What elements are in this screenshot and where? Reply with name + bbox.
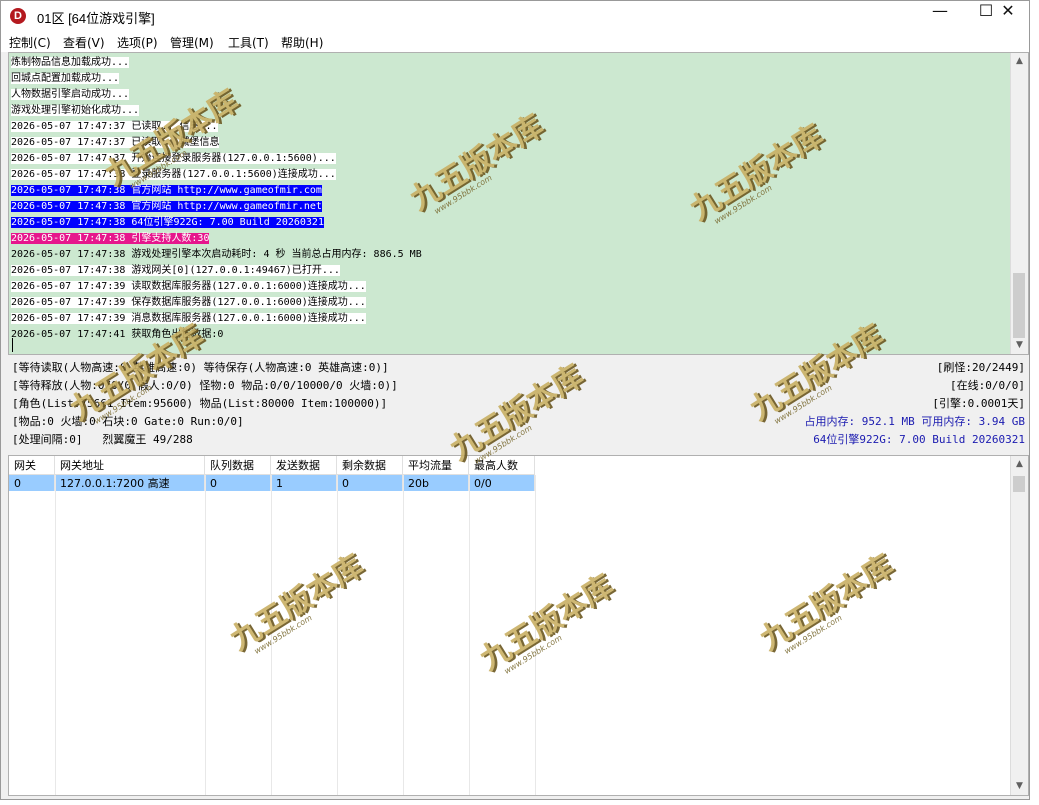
scroll-down-icon[interactable]: ▼ xyxy=(1011,337,1028,354)
column-header[interactable]: 网关 xyxy=(9,456,55,475)
grid-scroll-up-icon[interactable]: ▲ xyxy=(1011,456,1028,473)
log-line-text: 人物数据引擎启动成功... xyxy=(11,89,130,100)
log-line: 2026-05-07 17:47:38 游戏处理引擎本次启动耗时: 4 秒 当前… xyxy=(11,245,1011,261)
log-line-text: 回城点配置加载成功... xyxy=(11,73,120,84)
log-line: 2026-05-07 17:47:38 官方网站 http://www.game… xyxy=(11,181,1011,197)
log-line: 人物数据引擎启动成功... xyxy=(11,85,1011,101)
log-scrollbar[interactable]: ▲ ▼ xyxy=(1010,53,1028,354)
menu-tools[interactable]: 工具(T) xyxy=(228,34,269,51)
column-divider xyxy=(55,475,56,795)
log-line-text: 2026-05-07 17:47:38 引擎支持人数:30 xyxy=(11,233,210,244)
menu-manage[interactable]: 管理(M) xyxy=(170,34,214,51)
log-line-text: 2026-05-07 17:47:37 已读取...信息... xyxy=(11,121,218,132)
column-header[interactable]: 最高人数 xyxy=(468,456,535,475)
log-line: 2026-05-07 17:47:39 读取数据库服务器(127.0.0.1:6… xyxy=(11,277,1011,293)
log-line-text: 2026-05-07 17:47:38 64位引擎922G: 7.00 Buil… xyxy=(11,217,324,228)
table-cell: 20b xyxy=(402,474,469,491)
menu-options[interactable]: 选项(P) xyxy=(117,34,158,51)
status-interval: [处理间隔:0] 烈翼魔王 49/288 xyxy=(12,433,193,446)
log-line-text: 2026-05-07 17:47:37 开始连接登录服务器(127.0.0.1:… xyxy=(11,153,336,164)
table-cell: 0 xyxy=(9,474,55,491)
log-lines: 炼制物品信息加载成功... 回城点配置加载成功... 人物数据引擎启动成功... 游戏… xyxy=(11,53,1011,341)
status-items: [物品:0 火墙:0 石块:0 Gate:0 Run:0/0] xyxy=(12,415,244,428)
table-cell: 0 xyxy=(336,474,403,491)
grid-scroll-thumb[interactable] xyxy=(1013,476,1025,492)
column-divider xyxy=(469,475,470,795)
column-header[interactable]: 剩余数据 xyxy=(336,456,403,475)
column-divider xyxy=(337,475,338,795)
log-line: 2026-05-07 17:47:38 官方网站 http://www.game… xyxy=(11,197,1011,213)
log-line: 2026-05-07 17:47:37 已读取...信息... xyxy=(11,117,1011,133)
log-line-text: 2026-05-07 17:47:41 获取角色出售数据:0 xyxy=(11,329,224,340)
log-line-text: 2026-05-07 17:47:38 官方网站 http://www.game… xyxy=(11,185,322,196)
grid-scroll-down-icon[interactable]: ▼ xyxy=(1011,778,1028,795)
log-line-text: 2026-05-07 17:47:38 游戏处理引擎本次启动耗时: 4 秒 当前… xyxy=(11,249,422,260)
status-roles: [角色(List:75661 Item:95600) 物品(List:80000… xyxy=(12,397,388,410)
log-line-text: 2026-05-07 17:47:39 消息数据库服务器(127.0.0.1:6… xyxy=(11,313,366,324)
table-cell: 1 xyxy=(270,474,337,491)
log-line: 2026-05-07 17:47:37 开始连接登录服务器(127.0.0.1:… xyxy=(11,149,1011,165)
log-line-text: 游戏处理引擎初始化成功... xyxy=(11,105,140,116)
log-line-text: 炼制物品信息加载成功... xyxy=(11,57,130,68)
log-line: 炼制物品信息加载成功... xyxy=(11,53,1011,69)
menu-view[interactable]: 查看(V) xyxy=(63,34,105,51)
log-line: 2026-05-07 17:47:37 已读取...城堡信息 xyxy=(11,133,1011,149)
log-line-text: 2026-05-07 17:47:37 已读取...城堡信息 xyxy=(11,137,220,148)
status-wait-read: [等待读取(人物高速:0 英雄高速:0) 等待保存(人物高速:0 英雄高速:0)… xyxy=(12,361,389,374)
status-build: 64位引擎922G: 7.00 Build 20260321 xyxy=(813,433,1025,446)
log-scroll-thumb[interactable] xyxy=(1013,273,1025,338)
status-online: [在线:0/0/0] xyxy=(950,379,1025,392)
menu-help[interactable]: 帮助(H) xyxy=(281,34,323,51)
grid-scrollbar[interactable]: ▲ ▼ xyxy=(1010,456,1028,795)
log-line: 2026-05-07 17:47:41 获取角色出售数据:0 xyxy=(11,325,1011,341)
menu-control[interactable]: 控制(C) xyxy=(9,34,51,51)
app-icon: D xyxy=(10,8,26,24)
column-header[interactable]: 平均流量 xyxy=(402,456,469,475)
menu-bar: 控制(C) 查看(V) 选项(P) 管理(M) 工具(T) 帮助(H) xyxy=(1,31,1029,52)
window-title: 01区 [64位游戏引擎] xyxy=(37,11,155,26)
column-divider xyxy=(535,475,536,795)
log-line: 2026-05-07 17:47:38 引擎支持人数:30 xyxy=(11,229,1011,245)
log-line: 2026-05-07 17:47:39 消息数据库服务器(127.0.0.1:6… xyxy=(11,309,1011,325)
status-monsters: [刷怪:20/2449] xyxy=(936,361,1025,374)
log-line: 2026-05-07 17:47:38 64位引擎922G: 7.00 Buil… xyxy=(11,213,1011,229)
log-line-text: 2026-05-07 17:47:39 保存数据库服务器(127.0.0.1:6… xyxy=(11,297,366,308)
column-header[interactable]: 网关地址 xyxy=(54,456,205,475)
log-line: 2026-05-07 17:47:38 游戏网关[0](127.0.0.1:49… xyxy=(11,261,1011,277)
column-header[interactable]: 发送数据 xyxy=(270,456,337,475)
table-cell: 0/0 xyxy=(468,474,535,491)
table-cell: 0 xyxy=(204,474,271,491)
minimize-button[interactable]: — xyxy=(917,1,963,31)
log-line-text: 2026-05-07 17:47:39 读取数据库服务器(127.0.0.1:6… xyxy=(11,281,366,292)
gateway-table: 网关 网关地址 队列数据 发送数据 剩余数据 平均流量 最高人数 0 127.0.0.1:72… xyxy=(9,456,535,491)
status-memory: 占用内存: 952.1 MB 可用内存: 3.94 GB xyxy=(804,415,1025,428)
gateway-grid[interactable]: 网关 网关地址 队列数据 发送数据 剩余数据 平均流量 最高人数 0 127.0.0.1:72… xyxy=(8,455,1029,796)
title-bar[interactable]: D 01区 [64位游戏引擎] — ☐ ✕ xyxy=(1,1,1029,31)
main-window: D 01区 [64位游戏引擎] — ☐ ✕ 控制(C) 查看(V) 选项(P) … xyxy=(0,0,1030,800)
status-panel: [等待读取(人物高速:0 英雄高速:0) 等待保存(人物高速:0 英雄高速:0)… xyxy=(8,357,1029,453)
table-cell: 127.0.0.1:7200 高速 xyxy=(54,474,205,491)
log-line-text: 2026-05-07 17:47:38 官方网站 http://www.game… xyxy=(11,201,322,212)
log-panel[interactable]: 炼制物品信息加载成功... 回城点配置加载成功... 人物数据引擎启动成功... 游戏… xyxy=(8,52,1029,355)
column-header[interactable]: 队列数据 xyxy=(204,456,271,475)
text-caret xyxy=(12,338,13,352)
scroll-up-icon[interactable]: ▲ xyxy=(1011,53,1028,70)
column-divider xyxy=(205,475,206,795)
log-line-text: 2026-05-07 17:47:38 登录服务器(127.0.0.1:5600… xyxy=(11,169,336,180)
log-line: 游戏处理引擎初始化成功... xyxy=(11,101,1011,117)
column-divider xyxy=(403,475,404,795)
log-line: 回城点配置加载成功... xyxy=(11,69,1011,85)
status-engine-days: [引擎:0.0001天] xyxy=(932,397,1025,410)
close-button[interactable]: ✕ xyxy=(985,1,1029,31)
log-line: 2026-05-07 17:47:38 登录服务器(127.0.0.1:5600… xyxy=(11,165,1011,181)
background-strip xyxy=(1030,0,1039,805)
log-line: 2026-05-07 17:47:39 保存数据库服务器(127.0.0.1:6… xyxy=(11,293,1011,309)
column-divider xyxy=(271,475,272,795)
log-line-text: 2026-05-07 17:47:38 游戏网关[0](127.0.0.1:49… xyxy=(11,265,340,276)
status-wait-free: [等待释放(人物:0/0/0 假人:0/0) 怪物:0 物品:0/0/10000… xyxy=(12,379,398,392)
